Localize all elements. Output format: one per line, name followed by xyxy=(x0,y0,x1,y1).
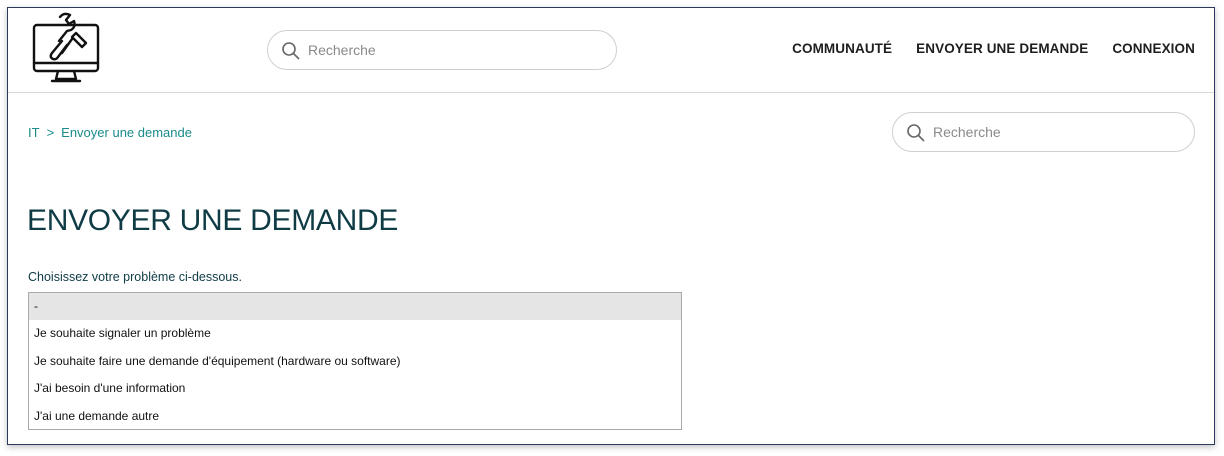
search-icon xyxy=(906,123,926,143)
search-icon xyxy=(281,41,301,61)
option-demande-autre[interactable]: J'ai une demande autre xyxy=(29,403,681,430)
breadcrumb-item-it[interactable]: IT xyxy=(28,125,40,140)
page-frame: COMMUNAUTÉ ENVOYER UNE DEMANDE CONNEXION… xyxy=(7,7,1215,445)
breadcrumb-search-box[interactable] xyxy=(892,112,1195,152)
breadcrumb: IT > Envoyer une demande xyxy=(28,125,192,140)
field-label: Choisissez votre problème ci-dessous. xyxy=(28,270,242,284)
breadcrumb-search-input[interactable] xyxy=(933,113,1178,151)
computer-wrench-icon[interactable] xyxy=(30,11,102,87)
header-search-input[interactable] xyxy=(308,31,600,69)
option-none[interactable]: - xyxy=(29,293,681,321)
page-title: ENVOYER UNE DEMANDE xyxy=(27,204,399,237)
main-nav: COMMUNAUTÉ ENVOYER UNE DEMANDE CONNEXION xyxy=(792,41,1195,56)
problem-listbox[interactable]: - Je souhaite signaler un problème Je so… xyxy=(28,292,682,430)
option-demande-equipement[interactable]: Je souhaite faire une demande d'équipeme… xyxy=(29,348,681,375)
nav-connexion-link[interactable]: CONNEXION xyxy=(1112,41,1195,56)
option-signaler-probleme[interactable]: Je souhaite signaler un problème xyxy=(29,320,681,347)
breadcrumb-separator: > xyxy=(46,125,55,140)
site-header: COMMUNAUTÉ ENVOYER UNE DEMANDE CONNEXION xyxy=(8,8,1214,93)
option-besoin-information[interactable]: J'ai besoin d'une information xyxy=(29,375,681,402)
nav-communaute-link[interactable]: COMMUNAUTÉ xyxy=(792,41,892,56)
nav-envoyer-demande-link[interactable]: ENVOYER UNE DEMANDE xyxy=(916,41,1088,56)
header-search-box[interactable] xyxy=(267,30,617,70)
breadcrumb-item-envoyer[interactable]: Envoyer une demande xyxy=(61,125,192,140)
